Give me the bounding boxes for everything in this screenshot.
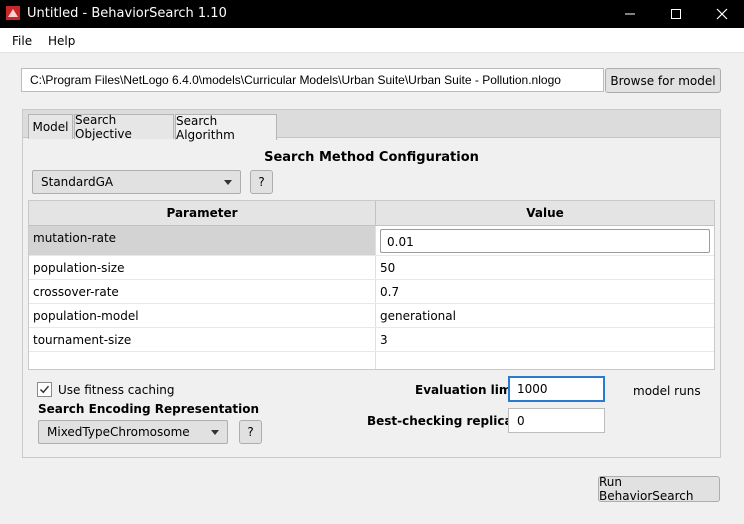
- evaluation-limit-input[interactable]: 1000: [508, 376, 605, 402]
- value-cell: 3: [380, 333, 388, 347]
- encoding-select[interactable]: MixedTypeChromosome: [38, 420, 228, 444]
- title-bar: Untitled - BehaviorSearch 1.10: [0, 0, 744, 28]
- encoding-help-button[interactable]: ?: [239, 420, 262, 444]
- parameter-table: Parameter Value mutation-rate 0.01 popul…: [28, 200, 715, 370]
- window-title: Untitled - BehaviorSearch 1.10: [27, 6, 227, 21]
- encoding-value: MixedTypeChromosome: [47, 425, 190, 439]
- close-button[interactable]: [699, 0, 744, 28]
- model-path-field[interactable]: C:\Program Files\NetLogo 6.4.0\models\Cu…: [21, 68, 604, 92]
- menu-help[interactable]: Help: [48, 34, 75, 48]
- column-header-parameter[interactable]: Parameter: [29, 201, 376, 226]
- encoding-label: Search Encoding Representation: [38, 402, 260, 416]
- column-header-value[interactable]: Value: [376, 201, 714, 226]
- value-cell: 50: [380, 261, 396, 275]
- value-edit-input[interactable]: 0.01: [380, 229, 710, 253]
- value-cell: 0.7: [380, 285, 400, 299]
- table-row[interactable]: population-model generational: [29, 304, 714, 328]
- parameter-cell: population-model: [29, 304, 376, 327]
- chevron-down-icon: [211, 430, 219, 435]
- minimize-icon: [625, 13, 635, 15]
- tab-model[interactable]: Model: [28, 114, 73, 139]
- value-cell-empty: [376, 352, 714, 369]
- parameter-cell-empty: [29, 352, 376, 369]
- app-icon: [6, 6, 20, 20]
- table-row[interactable]: population-size 50: [29, 256, 714, 280]
- maximize-button[interactable]: [653, 0, 699, 28]
- tab-search-algorithm[interactable]: Search Algorithm: [175, 114, 277, 142]
- chevron-down-icon: [224, 180, 232, 185]
- search-method-value: StandardGA: [41, 175, 114, 189]
- best-checking-replicates-input[interactable]: 0: [508, 408, 605, 433]
- table-row[interactable]: mutation-rate 0.01: [29, 226, 714, 256]
- fitness-caching-label: Use fitness caching: [58, 383, 175, 397]
- table-row[interactable]: crossover-rate 0.7: [29, 280, 714, 304]
- close-icon: [716, 8, 728, 20]
- parameter-cell: population-size: [29, 256, 376, 279]
- value-cell: 0.01: [376, 226, 714, 255]
- value-cell: generational: [380, 309, 456, 323]
- fitness-caching-checkbox[interactable]: [37, 382, 52, 397]
- tab-search-objective[interactable]: Search Objective: [74, 113, 174, 141]
- maximize-icon: [671, 9, 681, 19]
- table-row[interactable]: tournament-size 3: [29, 328, 714, 352]
- minimize-button[interactable]: [607, 0, 653, 28]
- menu-file[interactable]: File: [12, 34, 32, 48]
- browse-model-button[interactable]: Browse for model: [605, 68, 721, 93]
- parameter-cell: crossover-rate: [29, 280, 376, 303]
- menu-bar: File Help: [0, 28, 744, 53]
- checkmark-icon: [39, 385, 50, 394]
- table-row-empty: [29, 352, 714, 369]
- run-behaviorsearch-button[interactable]: Run BehaviorSearch: [598, 475, 720, 503]
- parameter-cell: tournament-size: [29, 328, 376, 351]
- method-help-button[interactable]: ?: [250, 170, 273, 194]
- parameter-cell: mutation-rate: [29, 226, 376, 255]
- model-runs-label: model runs: [633, 384, 701, 398]
- section-title: Search Method Configuration: [264, 150, 479, 165]
- search-method-select[interactable]: StandardGA: [32, 170, 241, 194]
